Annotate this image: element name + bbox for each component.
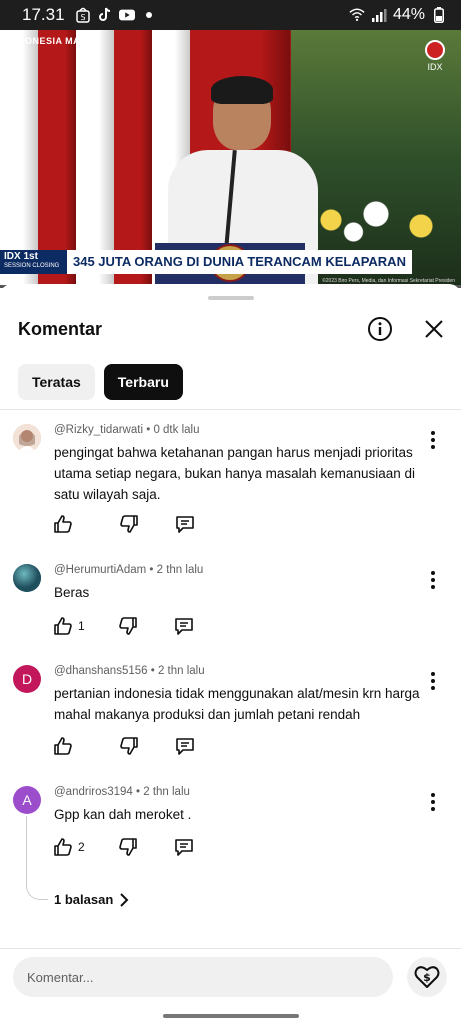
flowers <box>301 190 451 250</box>
status-time: 17.31 <box>22 5 65 24</box>
dislike-button[interactable] <box>118 513 140 535</box>
comment-meta: @andriros3194 • 2 thn lalu <box>54 786 190 798</box>
broadcast-logo: INDONESIA MAJU <box>8 36 93 46</box>
svg-text:S: S <box>80 13 85 22</box>
comment-time: 2 thn lalu <box>143 786 190 798</box>
like-count: 2 <box>78 840 85 854</box>
thread-line <box>26 816 48 900</box>
notification-dot-icon <box>141 7 157 23</box>
like-button[interactable]: 2 <box>52 836 85 858</box>
comment-time: 2 thn lalu <box>156 564 204 576</box>
dislike-button[interactable] <box>117 615 139 637</box>
thumbs-up-icon <box>54 515 72 533</box>
thumbs-up-icon <box>54 838 72 856</box>
avatar-photo <box>13 564 41 592</box>
comment-time: 0 dtk lalu <box>153 424 200 436</box>
comment-author[interactable]: @dhanshans5156 <box>54 665 148 677</box>
comment-actions <box>52 734 196 758</box>
reply-icon <box>174 839 193 856</box>
news-lower-third: IDX 1st SESSION CLOSING 345 JUTA ORANG D… <box>0 250 412 274</box>
battery-icon <box>431 7 447 23</box>
divider <box>0 948 461 949</box>
avatar[interactable] <box>13 424 41 452</box>
like-button[interactable] <box>52 513 78 535</box>
idx-logo-icon <box>425 40 445 60</box>
info-button[interactable] <box>365 314 395 344</box>
reply-icon <box>176 738 194 755</box>
reply-button[interactable] <box>174 735 196 757</box>
comment-input-wrapper[interactable] <box>13 957 393 997</box>
info-icon <box>368 317 392 341</box>
signal-icon <box>371 7 387 23</box>
comment-text: Beras <box>54 585 90 600</box>
avatar[interactable] <box>13 564 41 592</box>
sort-chips: Teratas Terbaru <box>18 364 183 400</box>
comment-author[interactable]: @andriros3194 <box>54 786 133 798</box>
comment-author[interactable]: @HerumurtiAdam <box>54 564 146 576</box>
status-bar: 17.31 S 44% <box>0 0 461 30</box>
comment-actions: 1 <box>52 614 195 638</box>
view-replies-button[interactable]: 1 balasan <box>54 892 129 907</box>
divider <box>0 409 461 410</box>
replies-label: 1 balasan <box>54 892 114 907</box>
comment-meta: @dhanshans5156 • 2 thn lalu <box>54 665 205 677</box>
close-button[interactable] <box>419 314 449 344</box>
like-button[interactable] <box>52 735 78 757</box>
heart-dollar-icon: $ <box>414 966 440 988</box>
reply-button[interactable] <box>174 513 196 535</box>
comment-time: 2 thn lalu <box>157 665 205 677</box>
thumbs-up-icon <box>54 737 72 755</box>
chip-newest[interactable]: Terbaru <box>103 364 183 400</box>
comment-meta: @Rizky_tidarwati • 0 dtk lalu <box>54 424 200 436</box>
comment-actions: 2 <box>52 835 195 859</box>
youtube-icon <box>118 7 135 23</box>
comment-input[interactable] <box>27 969 379 985</box>
avatar-photo <box>13 424 41 452</box>
reply-button[interactable] <box>173 615 195 637</box>
super-thanks-button[interactable]: $ <box>407 957 447 997</box>
comment-text: Gpp kan dah meroket . <box>54 807 192 822</box>
thumbs-down-icon <box>120 515 138 533</box>
comment-text: pertanian indonesia tidak menggunakan al… <box>54 686 420 722</box>
system-nav-handle[interactable] <box>163 1014 299 1018</box>
avatar[interactable]: D <box>13 665 41 693</box>
video-player[interactable]: INDONESIA MAJU IDX IDX 1st SESSION CLOSI… <box>0 30 461 288</box>
thumbs-up-icon <box>54 617 72 635</box>
thumbs-down-icon <box>120 737 138 755</box>
dislike-button[interactable] <box>117 836 139 858</box>
battery-percent: 44% <box>392 6 425 23</box>
comment-text: pengingat bahwa ketahanan pangan harus m… <box>54 445 415 502</box>
chip-top[interactable]: Teratas <box>18 364 95 400</box>
drag-handle[interactable] <box>208 296 254 300</box>
shopee-icon: S <box>75 7 91 23</box>
avatar[interactable]: A <box>13 786 41 814</box>
thumbs-down-icon <box>118 838 137 856</box>
tiktok-icon <box>97 7 113 23</box>
reply-icon <box>176 516 194 533</box>
like-count: 1 <box>78 619 85 633</box>
reply-icon <box>174 618 193 635</box>
svg-text:$: $ <box>423 971 431 984</box>
like-button[interactable]: 1 <box>52 615 85 637</box>
idx-logo: IDX <box>423 40 447 72</box>
comments-sheet: Komentar Teratas Terbaru @Rizky_tidarwat… <box>0 284 461 1024</box>
dislike-button[interactable] <box>118 735 140 757</box>
comment-author[interactable]: @Rizky_tidarwati <box>54 424 143 436</box>
thumbs-down-icon <box>118 617 137 635</box>
comments-title: Komentar <box>18 318 103 339</box>
comment-meta: @HerumurtiAdam • 2 thn lalu <box>54 564 204 576</box>
session-box: IDX 1st SESSION CLOSING <box>0 250 67 274</box>
wifi-icon <box>349 7 365 23</box>
chevron-right-icon <box>120 892 129 907</box>
news-headline: 345 JUTA ORANG DI DUNIA TERANCAM KELAPAR… <box>67 250 412 274</box>
close-icon <box>425 320 443 338</box>
reply-button[interactable] <box>173 836 195 858</box>
comment-actions <box>52 512 196 536</box>
